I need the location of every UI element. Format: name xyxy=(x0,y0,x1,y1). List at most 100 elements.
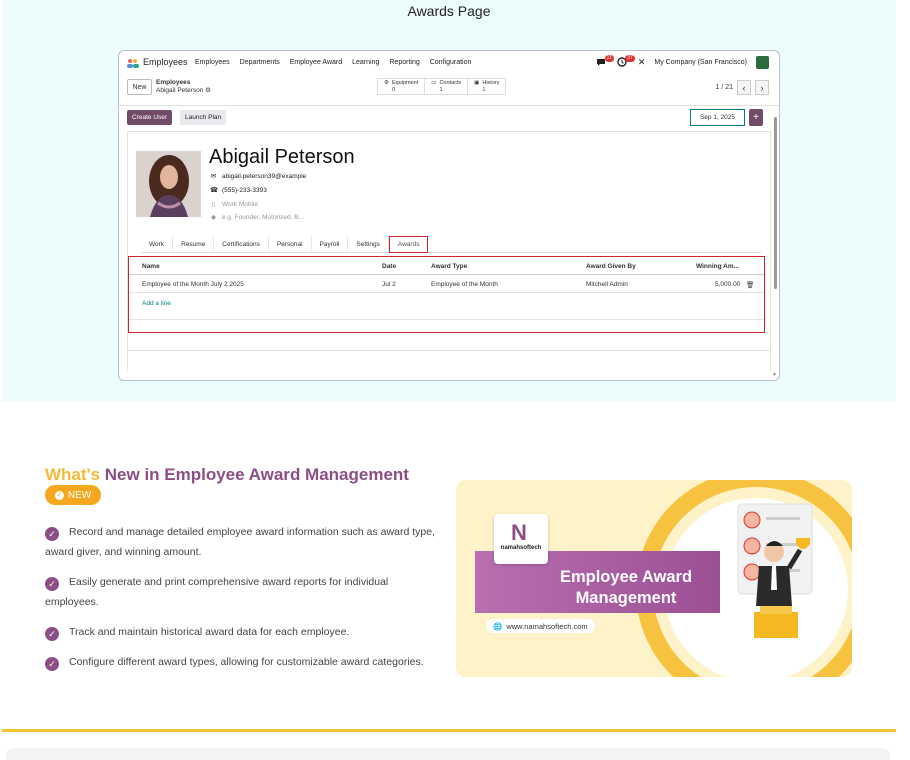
smart-buttons: ⚙ Equipment 0 ▭ Contacts 1 ▣ History 1 xyxy=(377,78,507,95)
column-date[interactable]: Date xyxy=(382,263,396,270)
features-title-rest: New in Employee Award Management xyxy=(100,465,409,484)
tags-field[interactable]: ◆ e.g. Founder, Motorized, B... xyxy=(210,213,304,222)
column-award-given-by[interactable]: Award Given By xyxy=(586,263,636,270)
employee-name[interactable]: Abigail Peterson xyxy=(209,146,355,169)
column-winning-amount[interactable]: Winning Am... xyxy=(696,263,739,270)
namahsoftech-logo: N namahsoftech xyxy=(494,514,548,564)
company-switcher[interactable]: My Company (San Francisco) xyxy=(654,59,747,66)
tab-certifications[interactable]: Certifications xyxy=(214,236,269,253)
menu-departments[interactable]: Departments xyxy=(240,59,280,66)
tab-personal[interactable]: Personal xyxy=(269,236,312,253)
features-list: ✓ Record and manage detailed employee awa… xyxy=(45,522,440,682)
smart-button-equipment[interactable]: ⚙ Equipment 0 xyxy=(378,79,426,94)
pager-value[interactable]: 1 / 21 xyxy=(715,84,733,91)
features-title-highlight: What's xyxy=(45,465,101,484)
contact-card-icon: ▭ xyxy=(431,80,437,86)
control-panel: New Employees Abigail Peterson ⚙ ⚙ Equip… xyxy=(127,78,773,100)
menu-learning[interactable]: Learning xyxy=(352,59,379,66)
check-icon: ✓ xyxy=(45,527,59,541)
tab-work[interactable]: Work xyxy=(141,236,174,253)
menu-reporting[interactable]: Reporting xyxy=(389,59,419,66)
breadcrumb: Employees Abigail Peterson ⚙ xyxy=(156,79,211,95)
phone-icon: ☎ xyxy=(210,187,219,194)
form-sheet: Abigail Peterson ✉ abigail.peterson39@ex… xyxy=(127,131,771,371)
menu-configuration[interactable]: Configuration xyxy=(430,59,472,66)
messages-badge: 11 xyxy=(604,54,614,62)
new-button[interactable]: New xyxy=(127,79,152,95)
envelope-icon: ✉ xyxy=(210,173,217,180)
check-icon: ✓ xyxy=(45,577,59,591)
cell-award-type: Employee of the Month xyxy=(431,281,498,288)
scroll-down-icon[interactable]: ▼ xyxy=(772,372,777,378)
employee-photo[interactable] xyxy=(136,151,201,217)
feature-item: ✓ Track and maintain historical award dat… xyxy=(45,622,440,642)
trash-icon[interactable]: 🗑 xyxy=(746,281,754,289)
hero-section: Awards Page Employees Employees Departme… xyxy=(2,0,896,401)
main-menu: Employees Departments Employee Award Lea… xyxy=(195,59,471,66)
page-title: Awards Page xyxy=(407,3,491,19)
odoo-screenshot: Employees Employees Departments Employee… xyxy=(118,50,780,381)
feature-item: ✓ Configure different award types, allowi… xyxy=(45,652,440,672)
plus-icon[interactable]: + xyxy=(749,109,763,126)
breadcrumb-current: Abigail Peterson xyxy=(156,87,204,94)
navbar-systray: 11 37 ✕ My Company (San Francisco) xyxy=(596,54,769,69)
tab-resume[interactable]: Resume xyxy=(173,236,215,253)
column-name[interactable]: Name xyxy=(142,263,160,270)
top-navbar: Employees Employees Departments Employee… xyxy=(119,51,779,75)
mobile-field[interactable]: ▯ Work Mobile xyxy=(210,200,258,209)
activities-icon[interactable]: 37 xyxy=(617,54,635,69)
mobile-icon: ▯ xyxy=(211,201,216,208)
new-badge: ✓ NEW xyxy=(45,485,101,505)
user-avatar[interactable] xyxy=(756,56,769,69)
pager-next-icon[interactable]: › xyxy=(755,80,769,95)
activities-badge: 37 xyxy=(625,54,635,62)
date-field[interactable]: Sep 1, 2025 xyxy=(690,109,745,126)
logo-mark: N xyxy=(511,520,527,545)
launch-plan-button[interactable]: Launch Plan xyxy=(180,110,227,125)
menu-employees[interactable]: Employees xyxy=(195,59,230,66)
cell-name: Employee of the Month July 2 2025 xyxy=(142,281,244,288)
pager-previous-icon[interactable]: ‹ xyxy=(737,80,751,95)
phone-field[interactable]: ☎ (555)-233-3393 xyxy=(210,186,267,195)
check-icon: ✓ xyxy=(45,657,59,671)
table-header: Name Date Award Type Award Given By Winn… xyxy=(129,257,764,275)
messages-icon[interactable]: 11 xyxy=(596,54,614,69)
column-award-type[interactable]: Award Type xyxy=(431,263,467,270)
features-title: What's New in Employee Award Management xyxy=(45,465,409,485)
smart-button-contacts[interactable]: ▭ Contacts 1 xyxy=(425,79,469,94)
equipment-icon: ⚙ xyxy=(384,80,389,86)
history-icon: ▣ xyxy=(474,80,480,86)
banner-url: 🌐 www.namahsoftech.com xyxy=(486,619,595,633)
tab-awards[interactable]: Awards xyxy=(388,236,429,253)
cell-amount: 5,000.00 xyxy=(715,281,741,288)
table-row[interactable]: Employee of the Month July 2 2025 Jul 2 … xyxy=(129,275,764,293)
form-statusbar: Create User Launch Plan Sep 1, 2025 + xyxy=(119,105,779,129)
feature-item: ✓ Easily generate and print comprehensive… xyxy=(45,576,389,608)
banner-heading: Employee Award Management xyxy=(559,568,693,607)
cell-date: Jul 2 xyxy=(382,281,396,288)
awards-table: Name Date Award Type Award Given By Winn… xyxy=(128,256,765,333)
scrollbar-thumb[interactable] xyxy=(774,117,777,289)
tab-settings[interactable]: Settings xyxy=(348,236,389,253)
employees-app-icon[interactable] xyxy=(127,58,139,68)
menu-employee-award[interactable]: Employee Award xyxy=(290,59,342,66)
smart-button-history[interactable]: ▣ History 1 xyxy=(468,79,505,94)
app-name[interactable]: Employees xyxy=(143,57,188,67)
breadcrumb-parent[interactable]: Employees xyxy=(156,79,190,86)
create-user-button[interactable]: Create User xyxy=(127,110,173,125)
next-section-card xyxy=(6,748,890,760)
gear-icon[interactable]: ⚙ xyxy=(205,87,211,94)
feature-item: ✓ Record and manage detailed employee awa… xyxy=(45,526,435,558)
notebook-tabs: Work Resume Certifications Personal Payr… xyxy=(141,236,761,253)
cell-given-by: Mitchell Admin xyxy=(586,281,628,288)
scrollbar[interactable] xyxy=(773,117,778,372)
email-field[interactable]: ✉ abigail.peterson39@example xyxy=(210,172,307,181)
check-icon: ✓ xyxy=(45,627,59,641)
pager: 1 / 21 ‹ › xyxy=(715,80,769,95)
table-divider xyxy=(129,319,764,320)
check-icon: ✓ xyxy=(54,490,64,500)
section-divider xyxy=(2,729,896,732)
tab-payroll[interactable]: Payroll xyxy=(312,236,349,253)
tools-icon[interactable]: ✕ xyxy=(638,57,646,68)
add-line-link[interactable]: Add a line xyxy=(142,300,171,307)
